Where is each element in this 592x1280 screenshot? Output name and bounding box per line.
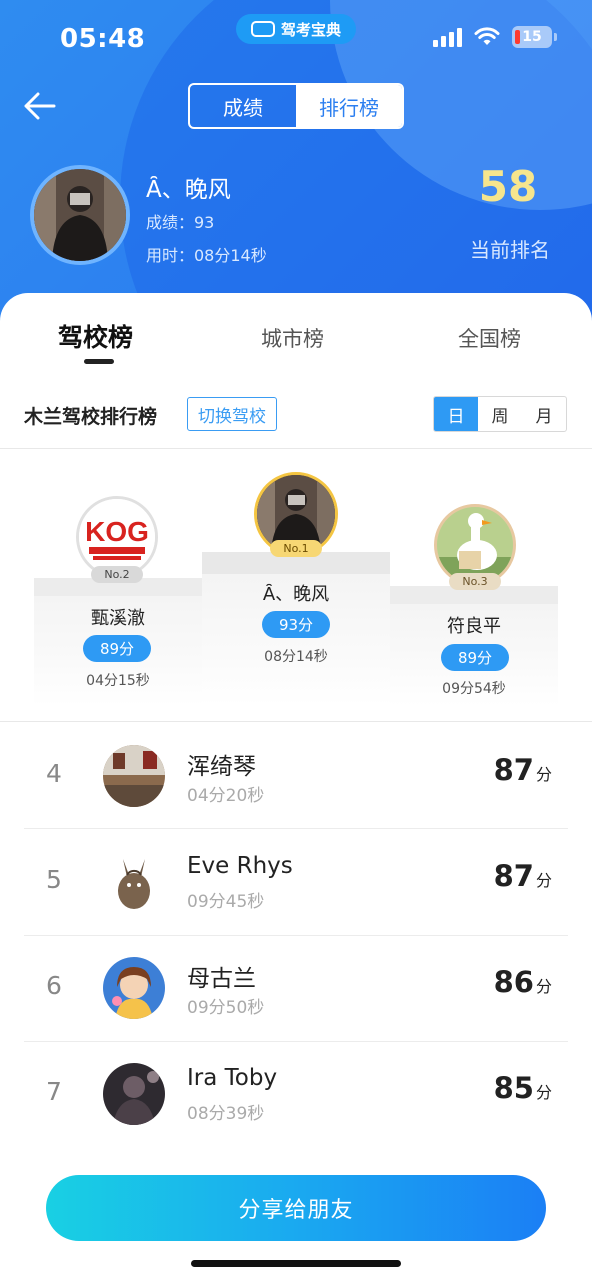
user-score: 成绩：93 xyxy=(146,213,215,232)
avatar xyxy=(103,1063,165,1125)
podium-name-second: 甄溪澈 xyxy=(91,608,145,629)
wifi-icon xyxy=(474,27,500,45)
divider xyxy=(0,448,592,449)
user-time: 用时：08分14秒 xyxy=(146,246,267,265)
list-item: 7 Ira Toby 08分39秒 85 分 xyxy=(0,1041,592,1147)
active-tab-indicator xyxy=(84,359,114,364)
divider xyxy=(0,721,592,722)
list-score: 87 分 xyxy=(494,859,552,893)
podium-time-second: 04分15秒 xyxy=(86,673,150,689)
list-item: 4 浑绮琴 04分20秒 87 分 xyxy=(0,723,592,829)
current-rank-value: 58 xyxy=(478,162,538,211)
switch-school-button[interactable]: 切换驾校 xyxy=(187,397,277,431)
list-name: Eve Rhys xyxy=(187,853,293,879)
tab-leaderboard[interactable]: 排行榜 xyxy=(296,85,402,127)
list-score: 85 分 xyxy=(494,1071,552,1105)
tab-national[interactable]: 全国榜 xyxy=(458,323,521,353)
list-name: Ira Toby xyxy=(187,1065,278,1091)
podium-score-first: 93分 xyxy=(262,611,330,638)
avatar-logo-text: KOG xyxy=(85,516,149,547)
podium-time-third: 09分54秒 xyxy=(442,681,506,697)
school-leaderboard-title: 木兰驾校排行榜 xyxy=(24,406,158,428)
status-icons: 15 xyxy=(433,26,557,48)
rank-tag-first: No.1 xyxy=(270,540,322,557)
list-item: 5 Eve Rhys 09分45秒 87 分 xyxy=(0,829,592,935)
list-score-value: 86 xyxy=(493,965,534,999)
list-time: 09分45秒 xyxy=(187,892,265,912)
rank-tag-second: No.2 xyxy=(91,566,143,583)
period-week[interactable]: 周 xyxy=(478,397,522,431)
list-score: 87 分 xyxy=(494,753,552,787)
tab-school[interactable]: 驾校榜 xyxy=(58,318,133,354)
home-indicator[interactable] xyxy=(191,1260,401,1267)
cellular-signal-icon xyxy=(433,27,462,47)
back-arrow-icon xyxy=(24,92,56,120)
share-button[interactable]: 分享给朋友 xyxy=(46,1175,546,1241)
list-score-unit: 分 xyxy=(535,977,552,996)
list-score-unit: 分 xyxy=(535,1083,552,1102)
list-score-value: 87 xyxy=(493,859,534,893)
period-day[interactable]: 日 xyxy=(434,397,478,431)
tab-results[interactable]: 成绩 xyxy=(190,85,296,127)
list-item: 6 母古兰 09分50秒 86 分 xyxy=(0,935,592,1041)
list-rank: 6 xyxy=(46,971,62,1000)
avatar xyxy=(30,165,130,265)
podium-name-first: Ȃ、晚风 xyxy=(262,584,330,605)
user-name: Ȃ、晚风 xyxy=(146,177,231,203)
current-rank-label: 当前排名 xyxy=(470,238,550,262)
list-score: 86 分 xyxy=(494,965,552,999)
tab-city[interactable]: 城市榜 xyxy=(261,323,324,353)
list-name: 母古兰 xyxy=(187,966,256,992)
avatar xyxy=(103,957,165,1019)
list-time: 04分20秒 xyxy=(187,786,265,806)
list-rank: 7 xyxy=(46,1077,62,1106)
car-icon xyxy=(250,21,275,37)
view-switch: 成绩 排行榜 xyxy=(188,83,404,129)
avatar xyxy=(103,745,165,807)
status-time: 05:48 xyxy=(60,24,146,54)
app-badge: 驾考宝典 xyxy=(236,14,356,44)
list-score-unit: 分 xyxy=(535,765,552,784)
period-month[interactable]: 月 xyxy=(522,397,566,431)
list-time: 09分50秒 xyxy=(187,998,265,1018)
list-name: 浑绮琴 xyxy=(187,754,256,780)
period-selector: 日 周 月 xyxy=(433,396,567,432)
battery-icon: 15 xyxy=(512,26,557,48)
list-time: 08分39秒 xyxy=(187,1104,265,1124)
podium-name-third: 符良平 xyxy=(447,616,501,637)
podium-time-first: 08分14秒 xyxy=(264,649,328,665)
list-score-value: 87 xyxy=(493,753,534,787)
back-button[interactable] xyxy=(22,88,58,124)
battery-level: 15 xyxy=(522,29,542,45)
list-score-value: 85 xyxy=(493,1071,534,1105)
list-rank: 5 xyxy=(46,865,62,894)
rank-tag-third: No.3 xyxy=(449,573,501,590)
podium-score-second: 89分 xyxy=(83,635,151,662)
list-rank: 4 xyxy=(46,759,62,788)
list-score-unit: 分 xyxy=(535,871,552,890)
app-badge-label: 驾考宝典 xyxy=(280,20,341,39)
avatar xyxy=(103,851,165,913)
podium-score-third: 89分 xyxy=(441,644,509,671)
